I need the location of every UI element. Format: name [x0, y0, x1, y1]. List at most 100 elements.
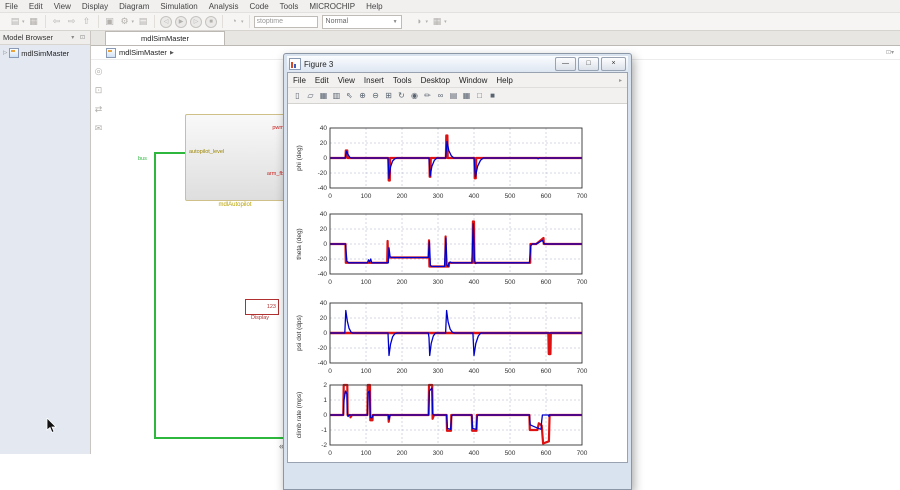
deploy-dropdown-icon[interactable]: ▾ — [444, 19, 447, 25]
save-icon[interactable]: ▦ — [28, 16, 40, 27]
maximize-button[interactable]: □ — [578, 57, 599, 71]
menu-edit[interactable]: Edit — [29, 2, 43, 11]
minimize-button[interactable]: — — [555, 57, 576, 71]
menu-desktop[interactable]: Desktop — [421, 76, 450, 85]
menu-overflow-icon[interactable]: ▸ — [619, 77, 622, 84]
figure-subplot-2: 0100200300400500600700-40-2002040theta (… — [290, 211, 627, 291]
link-plot-icon[interactable]: ∞ — [435, 90, 446, 101]
screen: { "app": { "menubar": ["File","Edit","Vi… — [0, 0, 900, 454]
breadcrumb-options-icon[interactable]: ⊡▾ — [886, 49, 894, 56]
new-model-dropdown-icon[interactable]: ▾ — [22, 19, 25, 25]
figure-app-icon — [289, 58, 301, 70]
svg-text:-20: -20 — [318, 345, 328, 352]
display-block[interactable]: 123 — [245, 299, 279, 315]
deploy-icon[interactable]: ▦ — [431, 16, 443, 27]
insert-legend-icon[interactable]: ▦ — [461, 90, 472, 101]
data-cursor-icon[interactable]: ◉ — [409, 90, 420, 101]
new-model-icon[interactable]: ▤ — [9, 16, 21, 27]
svg-text:200: 200 — [397, 368, 408, 375]
menu-file[interactable]: File — [293, 76, 306, 85]
step-back-icon[interactable]: ◁ — [160, 16, 172, 28]
up-icon[interactable]: ⇧ — [81, 16, 93, 27]
build-dropdown-icon[interactable]: ▾ — [426, 19, 429, 25]
signal-wire-vertical[interactable] — [154, 152, 156, 439]
menu-file[interactable]: File — [5, 2, 18, 11]
figure-body: File Edit View Insert Tools Desktop Window Help… — [287, 72, 628, 463]
menu-view[interactable]: View — [338, 76, 355, 85]
svg-text:20: 20 — [320, 315, 328, 322]
sidebar-item-mdlsimmaster[interactable]: ▷ mdlSimMaster — [0, 45, 90, 58]
menu-analysis[interactable]: Analysis — [209, 2, 239, 11]
back-icon[interactable]: ⇦ — [51, 16, 63, 27]
figure-window[interactable]: Figure 3 —□× File Edit View Insert Tools Desk… — [283, 53, 632, 490]
menu-view[interactable]: View — [54, 2, 71, 11]
stop-icon[interactable]: ■ — [205, 16, 217, 28]
edit-plot-icon[interactable]: ⇖ — [344, 90, 355, 101]
signal-wire-into-block[interactable] — [154, 152, 185, 154]
pan-icon[interactable]: ⇄ — [93, 105, 105, 116]
close-button[interactable]: × — [601, 57, 626, 71]
menu-simulation[interactable]: Simulation — [160, 2, 197, 11]
open-file-icon[interactable]: ▱ — [305, 90, 316, 101]
simulation-mode-value: Normal — [326, 18, 349, 25]
forward-icon[interactable]: ⇨ — [66, 16, 78, 27]
figure-titlebar[interactable]: Figure 3 —□× — [287, 56, 628, 72]
block-caption: mdlAutopilot — [185, 202, 285, 208]
menu-tools[interactable]: Tools — [393, 76, 412, 85]
figure-subplot-4: 0100200300400500600700-2-1012climb rate … — [290, 382, 627, 462]
rotate-3d-icon[interactable]: ↻ — [396, 90, 407, 101]
menu-help[interactable]: Help — [496, 76, 512, 85]
figure-plot-area: 0100200300400500600700-40-2002040phi (de… — [288, 104, 627, 462]
svg-text:theta (deg): theta (deg) — [296, 228, 303, 259]
menu-tools[interactable]: Tools — [280, 2, 299, 11]
model-settings-icon[interactable]: ⚙ — [119, 16, 131, 27]
sim-mode-icon[interactable]: ◔ — [228, 16, 240, 27]
wire-label: bus — [138, 156, 147, 162]
model-settings-dropdown-icon[interactable]: ▾ — [132, 19, 135, 25]
print-figure-icon[interactable]: ▥ — [331, 90, 342, 101]
run-icon[interactable]: ▶ — [175, 16, 187, 28]
save-figure-icon[interactable]: ▦ — [318, 90, 329, 101]
library-browser-icon[interactable]: ▣ — [104, 16, 116, 27]
sim-mode-dropdown-icon[interactable]: ▾ — [241, 19, 244, 25]
zoom-in-icon[interactable]: ⊕ — [357, 90, 368, 101]
tab-mdlsimmaster[interactable]: mdlSimMaster — [105, 31, 225, 45]
zoom-out-icon[interactable]: ⊖ — [370, 90, 381, 101]
simulation-mode-select[interactable]: Normal ▼ — [322, 15, 402, 29]
model-explorer-icon[interactable]: ▤ — [137, 16, 149, 27]
svg-text:40: 40 — [320, 300, 328, 307]
breadcrumb-path[interactable]: mdlSimMaster — [119, 48, 167, 57]
menu-window[interactable]: Window — [459, 76, 487, 85]
svg-text:-2: -2 — [321, 442, 327, 449]
show-plot-tools-icon[interactable]: ■ — [487, 90, 498, 101]
annotation-icon[interactable]: ✉ — [93, 124, 105, 135]
chevron-down-icon: ▼ — [393, 19, 398, 25]
brush-icon[interactable]: ✏ — [422, 90, 433, 101]
menu-insert[interactable]: Insert — [364, 76, 384, 85]
menu-help[interactable]: Help — [366, 2, 382, 11]
subsystem-block[interactable]: autopilot_level pwm arm_fb — [185, 114, 287, 201]
build-icon[interactable]: ◑ — [413, 16, 425, 27]
menu-display[interactable]: Display — [82, 2, 108, 11]
breadcrumb-arrow-icon[interactable]: ▶ — [170, 50, 174, 56]
panel-options-icon[interactable]: ▾ ⊡ — [71, 34, 87, 41]
menu-microchip[interactable]: MICROCHIP — [309, 2, 355, 11]
stop-time-input[interactable] — [254, 16, 318, 28]
menu-diagram[interactable]: Diagram — [119, 2, 149, 11]
fit-to-view-icon[interactable]: ⊡ — [93, 86, 105, 97]
figure-subplot-1: 0100200300400500600700-40-2002040phi (de… — [290, 125, 627, 205]
pan-icon[interactable]: ⊞ — [383, 90, 394, 101]
new-figure-icon[interactable]: ▯ — [292, 90, 303, 101]
menu-code[interactable]: Code — [250, 2, 269, 11]
signal-wire-bottom[interactable] — [154, 437, 283, 439]
hide-plot-tools-icon[interactable]: □ — [474, 90, 485, 101]
tree-expand-icon[interactable]: ▷ — [3, 50, 7, 56]
window-controls: —□× — [555, 57, 626, 71]
model-browser-title: Model Browser — [3, 33, 53, 42]
step-forward-icon[interactable]: ▷ — [190, 16, 202, 28]
insert-colorbar-icon[interactable]: ▤ — [448, 90, 459, 101]
zoom-icon[interactable]: ◎ — [93, 67, 105, 78]
model-browser-header: Model Browser ▾ ⊡ — [0, 31, 90, 45]
svg-text:600: 600 — [541, 193, 552, 200]
menu-edit[interactable]: Edit — [315, 76, 329, 85]
